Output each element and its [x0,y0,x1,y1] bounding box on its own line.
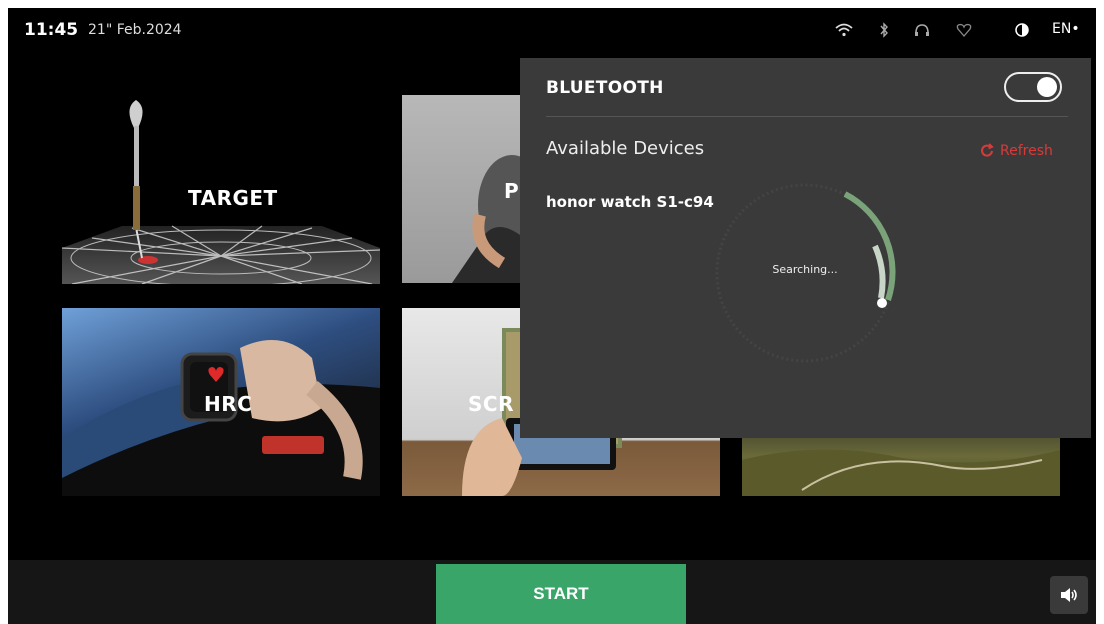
language-selector[interactable]: EN• [1052,21,1080,37]
speaker-icon [1061,588,1077,602]
contrast-icon[interactable] [1012,20,1032,40]
bluetooth-toggle[interactable] [1004,72,1062,102]
headset-icon [912,20,932,40]
wifi-icon [834,20,854,40]
available-devices-heading: Available Devices [546,138,705,159]
volume-button[interactable] [1050,576,1088,614]
toggle-knob [1037,77,1057,97]
clock-time: 11:45 [24,20,79,40]
status-bar: 11:45 21" Feb.2024 EN• [8,8,1096,52]
tile-label-hrc: HRC [204,392,253,416]
refresh-button[interactable]: Refresh [978,142,1053,160]
heart-icon [954,20,974,40]
refresh-icon [981,143,994,157]
start-button[interactable]: START [436,564,686,624]
tile-hrc[interactable]: HRC [62,308,380,496]
clock-date: 21" Feb.2024 [88,22,182,38]
searching-status: Searching... [772,263,838,276]
tile-landscape[interactable] [742,430,1060,496]
bluetooth-panel: BLUETOOTH Available Devices Refresh hono… [520,58,1091,438]
device-item[interactable]: honor watch S1-c94 [546,193,714,211]
bluetooth-icon [874,20,894,40]
landscape-image [742,449,1060,496]
bluetooth-title: BLUETOOTH [546,78,664,98]
screen: 11:45 21" Feb.2024 EN• TARGET P HRC SCR … [8,8,1096,624]
tile-label-scr: SCR [468,392,514,416]
divider [546,116,1068,117]
refresh-label: Refresh [1000,143,1053,159]
tile-label-target: TARGET [188,186,278,210]
tile-target[interactable]: TARGET [62,98,380,284]
tile-label-p: P [504,179,520,203]
